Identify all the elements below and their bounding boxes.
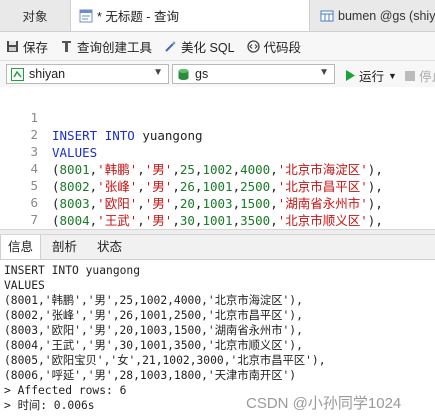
- editor-line: 1 INSERT INTO yuangong: [0, 91, 202, 143]
- save-icon: [6, 40, 23, 53]
- output-line: (8003,'欧阳','男',20,1003,1500,'湖南省永州市'),: [4, 324, 303, 337]
- save-button[interactable]: 保存: [6, 37, 48, 56]
- editor-line: 7 (8005,'欧阳宝贝','女',21,1002,3000,'北京市昌平区'…: [0, 193, 38, 227]
- tab-bumen-label: bumen @gs (shiyan: [338, 8, 435, 23]
- code-line: (8004,'王武','男',30,1001,3500,'北京市顺义区'),: [52, 213, 383, 228]
- output-line: (8001,'韩鹏','男',25,1002,4000,'北京市海淀区'),: [4, 294, 303, 307]
- code-line: (8003,'欧阳','男',20,1003,1500,'湖南省永州市'),: [52, 196, 383, 211]
- tab-bar: 对象 * 无标题 - 查询 bumen @gs (shiyan: [0, 0, 435, 32]
- stop-icon: [405, 70, 415, 81]
- editor-line: 4 (8002,'张峰','男',26,1001,2500,'北京市昌平区'),: [0, 142, 382, 194]
- run-button[interactable]: 运行 ▼: [345, 66, 397, 85]
- result-tabs: 信息 剖析 状态: [0, 235, 435, 260]
- table-icon: [320, 9, 334, 23]
- output-line: (8004,'王武','男',30,1001,3500,'北京市顺义区'),: [4, 339, 303, 352]
- code-line: (8002,'张峰','男',26,1001,2500,'北京市昌平区'),: [52, 179, 383, 194]
- code-snippet-label: 代码段: [263, 40, 302, 55]
- output-line: (8002,'张峰','男',26,1001,2500,'北京市昌平区'),: [4, 309, 303, 322]
- query-toolbar: 保存 查询创建工具 美化 SQL 代码段: [0, 32, 435, 61]
- editor-line: 3 (8001,'韩鹏','男',25,1002,4000,'北京市海淀区'),: [0, 125, 382, 177]
- connection-value: shiyan: [29, 67, 66, 81]
- editor-line: 5 (8003,'欧阳','男',20,1003,1500,'湖南省永州市'),: [0, 159, 382, 211]
- output-line: VALUES: [4, 279, 45, 292]
- tab-bumen[interactable]: bumen @gs (shiyan: [312, 0, 435, 31]
- run-dropdown-icon[interactable]: ▼: [388, 71, 397, 81]
- database-icon: [177, 68, 190, 81]
- run-label: 运行: [359, 70, 385, 84]
- database-value: gs: [195, 67, 209, 81]
- chevron-down-icon: ▼: [153, 67, 163, 78]
- magic-wand-icon: [164, 40, 181, 53]
- beautify-sql-button[interactable]: 美化 SQL: [164, 37, 235, 56]
- stop-label: 停止: [419, 70, 435, 84]
- code-snippet-icon: [246, 39, 264, 53]
- execution-time: > 时间: 0.006s: [4, 399, 95, 412]
- tab-untitled-query-label: * 无标题 - 查询: [97, 10, 179, 24]
- tab-status[interactable]: 状态: [90, 235, 129, 259]
- code-line: INSERT INTO yuangong: [52, 128, 203, 143]
- code-snippet-button[interactable]: 代码段: [246, 37, 302, 56]
- stop-button[interactable]: 停止: [405, 66, 435, 85]
- editor-line: 6 (8004,'王武','男',30,1001,3500,'北京市顺义区'),: [0, 176, 382, 228]
- query-icon: [79, 9, 93, 23]
- query-builder-icon: [60, 40, 77, 53]
- tab-untitled-query[interactable]: * 无标题 - 查询: [70, 0, 310, 31]
- sql-editor[interactable]: 1 INSERT INTO yuangong 2 VALUES 3 (8001,…: [0, 88, 435, 228]
- query-builder-label: 查询创建工具: [77, 40, 153, 55]
- output-line: INSERT INTO yuangong: [4, 264, 141, 277]
- tab-objects[interactable]: 对象: [0, 0, 70, 31]
- chevron-down-icon: ▼: [319, 67, 329, 78]
- editor-line: 8 (8006,'呼延','男',28,1003,1800,'天津市南开区');: [0, 210, 30, 228]
- output-line: (8006,'呼延','男',28,1003,1800,'天津市南开区'): [4, 369, 297, 382]
- beautify-sql-label: 美化 SQL: [181, 40, 235, 55]
- tab-info[interactable]: 信息: [0, 235, 42, 259]
- connection-icon: [11, 67, 24, 81]
- code-line: (8001,'韩鹏','男',25,1002,4000,'北京市海淀区'),: [52, 162, 383, 177]
- editor-line: 2 VALUES: [0, 108, 97, 160]
- query-builder-button[interactable]: 查询创建工具: [60, 37, 152, 56]
- play-icon: [345, 70, 355, 81]
- watermark: CSDN @小孙同学1024: [246, 395, 402, 412]
- tab-objects-label: 对象: [22, 10, 48, 24]
- output-line: (8005,'欧阳宝贝','女',21,1002,3000,'北京市昌平区'),: [4, 354, 326, 367]
- tab-profile[interactable]: 剖析: [45, 235, 84, 259]
- database-select[interactable]: gs ▼: [172, 64, 335, 84]
- affected-rows: > Affected rows: 6: [4, 384, 127, 397]
- code-line: VALUES: [52, 145, 98, 160]
- connection-bar: shiyan ▼ gs ▼ 运行 ▼ 停止: [0, 61, 435, 87]
- connection-select[interactable]: shiyan ▼: [6, 64, 169, 84]
- save-label: 保存: [23, 40, 49, 55]
